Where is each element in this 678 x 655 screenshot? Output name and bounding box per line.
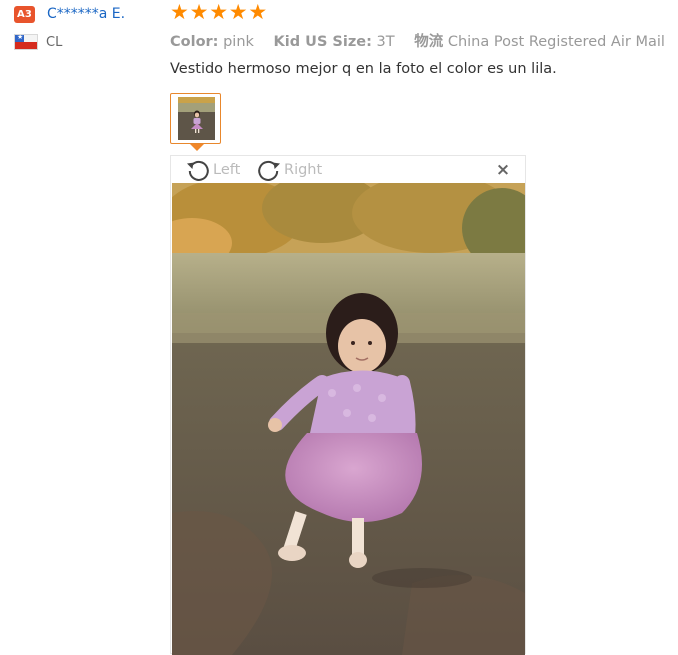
buyer-name[interactable]: C******a E.	[47, 6, 125, 22]
review-text: Vestido hermoso mejor q en la foto el co…	[170, 61, 557, 77]
rotate-right-button[interactable]: Right	[255, 156, 322, 183]
buyer-info: A3 C******a E. ★ CL	[14, 4, 164, 51]
star-icon: ★	[209, 0, 229, 24]
star-icon: ★	[170, 0, 189, 24]
rotate-right-icon	[255, 158, 283, 182]
chile-flag-icon: ★	[14, 34, 38, 50]
review-photo	[172, 183, 525, 655]
star-icon: ★	[248, 0, 268, 24]
rotate-left-button[interactable]: Left	[184, 156, 240, 183]
shipping-label: 物流	[414, 34, 444, 50]
order-attributes: Color: pink Kid US Size: 3T 物流 China Pos…	[170, 30, 665, 51]
star-rating: ★ ★ ★ ★ ★	[170, 1, 268, 23]
thumbnail-image	[178, 97, 215, 140]
rotate-left-label: Left	[213, 161, 241, 178]
rotate-left-icon	[184, 158, 212, 182]
photo-viewer: Left Right ×	[170, 155, 526, 655]
close-viewer-icon[interactable]: ×	[495, 162, 511, 179]
country-code: CL	[46, 34, 63, 50]
buyer-row: A3 C******a E.	[14, 4, 164, 24]
feedback-item: A3 C******a E. ★ CL ★ ★ ★ ★ ★ Color: pin…	[0, 0, 678, 655]
color-label: Color:	[170, 34, 219, 50]
star-icon: ★	[228, 0, 248, 24]
rotate-right-label: Right	[284, 161, 323, 178]
thumbnail-pointer	[190, 144, 204, 151]
viewer-toolbar: Left Right ×	[171, 156, 525, 183]
review-photo-thumbnail[interactable]	[170, 93, 221, 144]
color-value: pink	[223, 34, 254, 50]
size-label: Kid US Size:	[273, 34, 372, 50]
shipping-value: China Post Registered Air Mail	[447, 34, 665, 50]
size-value: 3T	[376, 34, 395, 50]
star-icon: ★	[189, 0, 209, 24]
buyer-level-badge: A3	[14, 5, 35, 23]
buyer-country: ★ CL	[14, 33, 164, 51]
